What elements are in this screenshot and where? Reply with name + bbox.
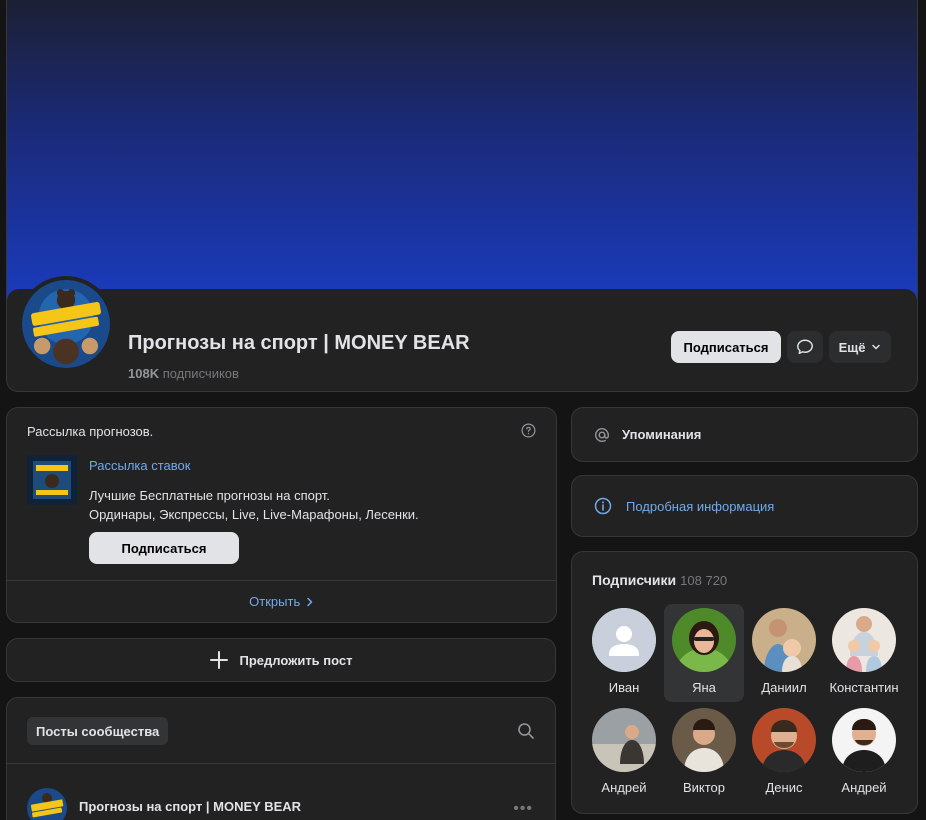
newsletter-widget: Рассылка прогнозов. Рассылка ставок Лучш… <box>6 407 557 623</box>
info-icon <box>594 497 612 515</box>
member-item[interactable]: Иван <box>584 604 664 702</box>
newsletter-link[interactable]: Рассылка ставок <box>89 458 190 473</box>
at-sign-icon <box>594 427 610 442</box>
avatar <box>832 608 896 672</box>
member-item[interactable]: Яна <box>664 604 744 702</box>
member-item[interactable]: Константин <box>824 604 904 702</box>
newsletter-description-line1: Лучшие Бесплатные прогнозы на спорт. <box>89 488 330 503</box>
member-name: Денис <box>765 780 803 795</box>
more-button[interactable]: Ещё <box>829 331 891 363</box>
cover-image <box>7 0 917 301</box>
subscribers-summary[interactable]: 108K подписчиков <box>128 366 239 381</box>
avatar <box>832 708 896 772</box>
member-name: Виктор <box>682 780 726 795</box>
members-header[interactable]: Подписчики 108 720 <box>592 572 727 588</box>
plus-icon <box>210 651 229 669</box>
member-item[interactable]: Виктор <box>664 704 744 802</box>
avatar <box>592 608 656 672</box>
mentions-link[interactable]: Упоминания <box>571 407 918 462</box>
newsletter-subscribe-button[interactable]: Подписаться <box>89 532 239 564</box>
member-name: Иван <box>608 680 640 695</box>
chevron-down-icon <box>872 344 881 350</box>
newsletter-open-label: Открыть <box>249 594 301 609</box>
newsletter-title: Рассылка прогнозов. <box>27 424 154 439</box>
avatar <box>672 608 736 672</box>
newsletter-thumbnail[interactable] <box>27 455 77 505</box>
community-avatar[interactable] <box>18 276 114 372</box>
message-icon <box>797 339 813 355</box>
more-horizontal-icon[interactable]: ••• <box>513 800 533 818</box>
members-count: 108 720 <box>680 573 728 588</box>
suggest-post-label: Предложить пост <box>239 652 353 668</box>
divider <box>7 763 555 764</box>
member-name: Андрей <box>601 780 647 795</box>
member-item[interactable]: Андрей <box>824 704 904 802</box>
member-item[interactable]: Андрей <box>584 704 664 802</box>
chevron-right-icon <box>307 597 313 607</box>
newsletter-open-link[interactable]: Открыть <box>7 594 556 609</box>
subscribers-count: 108K <box>128 366 160 381</box>
posts-section: Посты сообщества Прогнозы на спорт | MON… <box>6 697 556 820</box>
detailed-info-link[interactable]: Подробная информация <box>571 475 918 537</box>
member-item[interactable]: Даниил <box>744 604 824 702</box>
tab-community-posts[interactable]: Посты сообщества <box>27 717 169 745</box>
members-widget: Подписчики 108 720 Иван Яна Даниил Конст… <box>571 551 918 814</box>
avatar <box>592 708 656 772</box>
page-title: Прогнозы на спорт | MONEY BEAR <box>128 332 470 354</box>
help-icon[interactable] <box>521 423 536 438</box>
member-name: Даниил <box>761 680 807 695</box>
suggest-post-button[interactable]: Предложить пост <box>6 638 556 682</box>
post-author-avatar[interactable] <box>27 788 67 820</box>
detailed-info-label: Подробная информация <box>626 498 775 514</box>
member-name: Константин <box>829 680 899 695</box>
newsletter-description: Лучшие Бесплатные прогнозы на спорт. Орд… <box>89 486 419 524</box>
avatar <box>752 708 816 772</box>
divider <box>7 580 556 581</box>
newsletter-description-line2: Ординары, Экспрессы, Live, Live-Марафоны… <box>89 507 419 522</box>
member-name: Андрей <box>841 780 887 795</box>
subscribers-suffix: подписчиков <box>162 366 239 381</box>
message-button[interactable] <box>787 331 823 363</box>
member-name: Яна <box>692 680 716 695</box>
mentions-label: Упоминания <box>622 427 702 442</box>
subscribe-button[interactable]: Подписаться <box>671 331 781 363</box>
member-item[interactable]: Денис <box>744 704 824 802</box>
avatar <box>752 608 816 672</box>
members-title: Подписчики <box>592 572 677 588</box>
post-author-name[interactable]: Прогнозы на спорт | MONEY BEAR <box>79 799 301 814</box>
avatar <box>672 708 736 772</box>
more-label: Ещё <box>838 339 866 355</box>
search-icon[interactable] <box>517 722 535 740</box>
